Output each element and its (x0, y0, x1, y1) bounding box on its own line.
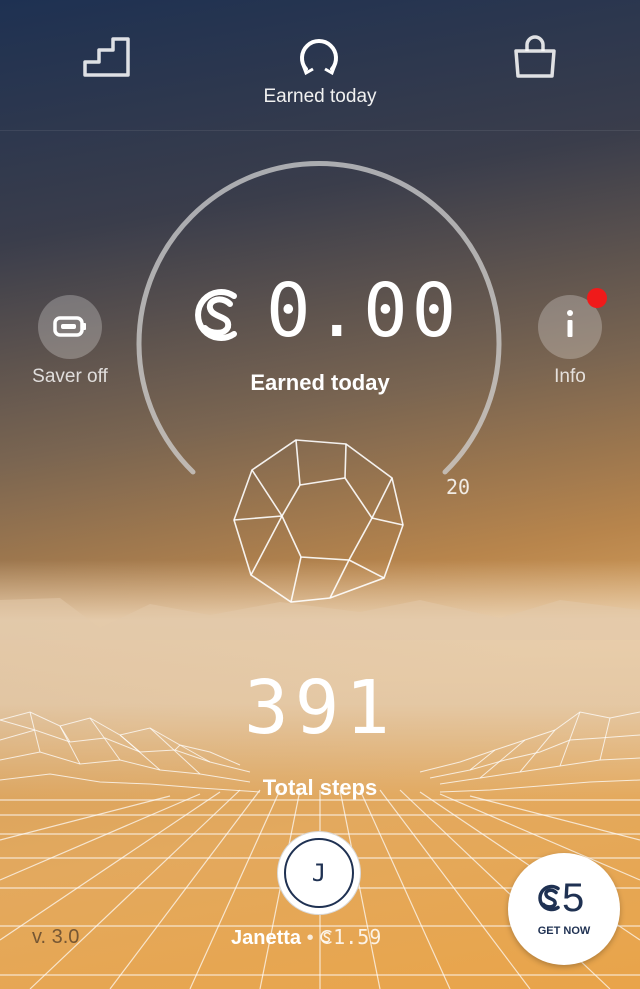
user-name: Janetta (231, 927, 302, 949)
stairs-icon[interactable] (82, 35, 132, 79)
sweatcoin-promo-icon (538, 884, 560, 912)
far-mountains (0, 598, 640, 640)
user-balance: 1.59 (333, 925, 382, 949)
promo-label: GET NOW (537, 925, 591, 937)
steps-count: 391 (244, 665, 396, 751)
sweatcoin-icon (195, 289, 237, 341)
saver-button[interactable] (38, 295, 102, 359)
shopping-bag-icon[interactable] (510, 35, 560, 79)
gauge-max-value: 20 (446, 475, 471, 499)
avatar-initial: J (284, 838, 354, 908)
steps-label: Total steps (262, 775, 378, 800)
earned-label: Earned today (250, 370, 390, 395)
top-nav: Earned today (0, 0, 640, 131)
avatar[interactable]: J (277, 831, 361, 915)
promo-value: 5 (562, 876, 585, 920)
separator: • (306, 927, 314, 949)
sweatcoin-small-icon (320, 930, 332, 944)
user-summary: Janetta • 1.59 (231, 925, 381, 950)
notification-badge (587, 288, 607, 308)
dodecahedron-graphic (233, 439, 404, 603)
earned-amount: 0.00 (266, 268, 461, 354)
refresh-icon[interactable] (294, 35, 344, 79)
version-label: v. 3.0 (32, 926, 80, 948)
page-title: Earned today (263, 86, 377, 107)
app-screen: Earned today Saver off Info 0.00 Earned … (0, 0, 640, 989)
battery-icon (53, 316, 86, 337)
